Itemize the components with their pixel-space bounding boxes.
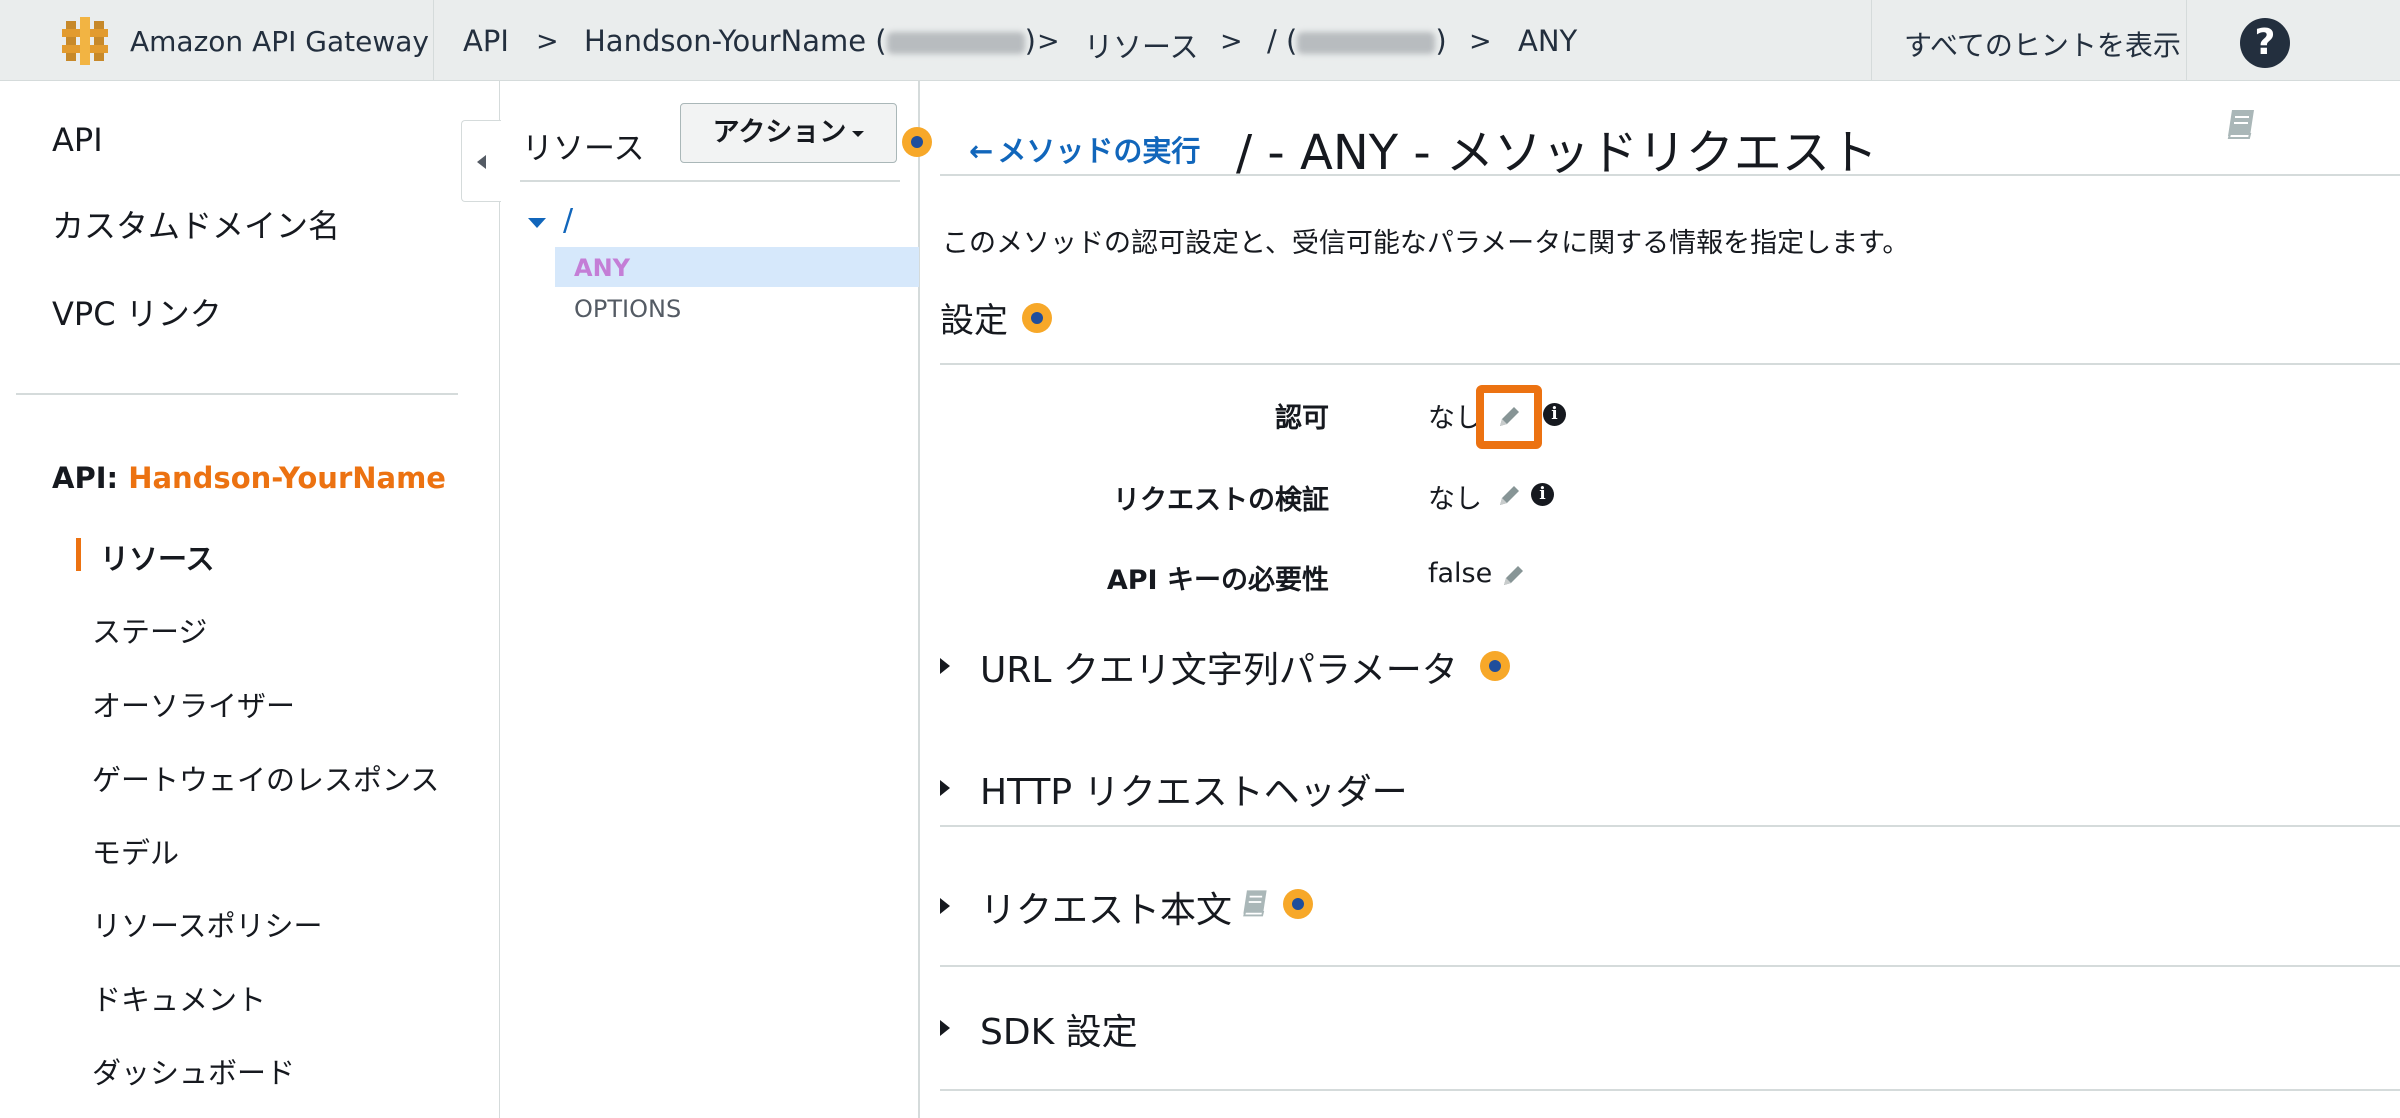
api-heading-name[interactable]: Handson-YourName xyxy=(128,461,446,495)
field-row-authorization: 認可 xyxy=(1120,396,1329,434)
nav-item-resources[interactable]: リソース xyxy=(100,536,215,578)
breadcrumb-close-paren: ) xyxy=(1435,24,1447,58)
nav-item-gateway-responses[interactable]: ゲートウェイのレスポンス xyxy=(92,757,439,799)
nav-item-documentation[interactable]: ドキュメント xyxy=(92,977,266,1019)
actions-dropdown-button[interactable]: アクション xyxy=(680,103,897,163)
method-any[interactable]: ANY xyxy=(574,254,630,282)
active-indicator xyxy=(76,538,81,571)
section-url-query-params[interactable]: URL クエリ文字列パラメータ xyxy=(940,641,2400,721)
expand-triangle-icon xyxy=(940,658,950,674)
show-all-hints-label: すべてのヒントを表示 xyxy=(1904,29,2181,62)
section-title: URL クエリ文字列パラメータ xyxy=(980,650,1458,691)
breadcrumb-api-name[interactable]: Handson-YourName () xyxy=(584,24,1036,58)
breadcrumb-resource-root-label: / ( xyxy=(1267,24,1298,58)
pencil-icon[interactable] xyxy=(1496,404,1522,430)
redacted-id xyxy=(886,32,1025,54)
breadcrumb-separator: > xyxy=(1220,26,1243,57)
api-key-required-label: API キーの必要性 xyxy=(1106,565,1329,596)
divider xyxy=(940,965,2400,967)
app-name: Amazon API Gateway xyxy=(130,25,429,58)
resources-title: リソース xyxy=(522,131,645,167)
section-request-body[interactable]: リクエスト本文 xyxy=(940,881,2400,967)
expand-triangle-icon xyxy=(940,1020,950,1036)
breadcrumb: API > Handson-YourName () > リソース > / () … xyxy=(434,0,1874,81)
breadcrumb-resources[interactable]: リソース xyxy=(1084,24,1199,66)
api-gateway-logo-icon xyxy=(62,17,108,65)
request-validator-value: なし xyxy=(1428,484,1482,515)
nav-item-vpc-link[interactable]: VPC リンク xyxy=(52,289,222,335)
left-navigation: API カスタムドメイン名 VPC リンク API: Handson-YourN… xyxy=(0,81,500,1118)
section-title: リクエスト本文 xyxy=(980,890,1233,931)
collapse-arrow-icon xyxy=(477,155,486,169)
settings-heading: 設定 xyxy=(940,301,1008,341)
back-link-label: メソッドの実行 xyxy=(997,134,1201,168)
redacted-id xyxy=(1297,32,1436,54)
nav-item-custom-domain[interactable]: カスタムドメイン名 xyxy=(52,201,340,247)
show-all-hints-button[interactable]: すべてのヒントを表示 xyxy=(1871,0,2187,81)
brand-home-link[interactable]: Amazon API Gateway xyxy=(0,0,434,81)
nav-item-stages[interactable]: ステージ xyxy=(92,609,207,651)
breadcrumb-close-paren: ) xyxy=(1024,24,1036,58)
nav-item-dashboard[interactable]: ダッシュボード xyxy=(92,1050,295,1092)
hint-icon[interactable] xyxy=(1022,303,1052,333)
request-validator-label: リクエストの検証 xyxy=(1113,485,1329,516)
back-to-method-execution-link[interactable]: ← メソッドの実行 xyxy=(969,128,1200,170)
top-navigation-bar: Amazon API Gateway API > Handson-YourNam… xyxy=(0,0,2400,81)
section-title: HTTP リクエストヘッダー xyxy=(980,772,1408,813)
breadcrumb-separator: > xyxy=(1469,26,1492,57)
breadcrumb-separator: > xyxy=(536,26,559,57)
breadcrumb-separator: > xyxy=(1037,26,1060,57)
help-icon[interactable]: ? xyxy=(2240,18,2290,68)
breadcrumb-method[interactable]: ANY xyxy=(1518,24,1577,58)
nav-item-models[interactable]: モデル xyxy=(92,830,179,872)
actions-label: アクション xyxy=(712,117,847,148)
breadcrumb-api-name-label: Handson-YourName ( xyxy=(584,24,887,58)
nav-divider xyxy=(16,393,458,395)
info-icon[interactable]: i xyxy=(1543,403,1566,426)
api-key-required-value: false xyxy=(1428,558,1493,589)
hint-icon[interactable] xyxy=(1480,651,1510,681)
divider xyxy=(940,363,2400,365)
page-title: / - ANY - メソッドリクエスト xyxy=(1236,125,1878,181)
nav-item-authorizers[interactable]: オーソライザー xyxy=(92,683,295,725)
field-row-request-validator: リクエストの検証 xyxy=(1113,478,1329,516)
arrow-left-icon: ← xyxy=(969,134,994,168)
divider xyxy=(940,825,2400,827)
pencil-icon[interactable] xyxy=(1500,563,1526,589)
breadcrumb-api[interactable]: API xyxy=(463,24,509,58)
info-icon[interactable]: i xyxy=(1531,483,1554,506)
divider xyxy=(940,174,2400,176)
documentation-book-icon[interactable] xyxy=(1238,885,1272,919)
method-options[interactable]: OPTIONS xyxy=(574,295,681,323)
expand-triangle-icon xyxy=(940,898,950,914)
authorization-label: 認可 xyxy=(1275,403,1329,434)
documentation-book-icon[interactable] xyxy=(2222,104,2260,142)
pencil-icon[interactable] xyxy=(1496,483,1522,509)
field-row-api-key-required: API キーの必要性 xyxy=(1107,558,1329,596)
resources-panel: リソース アクション / ANY OPTIONS xyxy=(500,81,932,1118)
caret-down-icon xyxy=(852,130,865,137)
section-http-headers[interactable]: HTTP リクエストヘッダー xyxy=(940,763,2400,843)
authorization-value: なし xyxy=(1428,403,1482,434)
breadcrumb-resource-root[interactable]: / () xyxy=(1267,24,1447,58)
page-description: このメソッドの認可設定と、受信可能なパラメータに関する情報を指定します。 xyxy=(942,228,1910,259)
divider xyxy=(520,180,900,182)
nav-item-resource-policy[interactable]: リソースポリシー xyxy=(92,903,323,945)
nav-item-api[interactable]: API xyxy=(52,121,103,159)
collapse-nav-button[interactable] xyxy=(461,120,501,202)
section-sdk-settings[interactable]: SDK 設定 xyxy=(940,1003,2400,1091)
hint-icon[interactable] xyxy=(1283,889,1313,919)
divider xyxy=(940,1089,2400,1091)
api-heading-prefix: API: xyxy=(52,461,129,495)
section-title: SDK 設定 xyxy=(980,1012,1138,1053)
resource-root[interactable]: / xyxy=(563,203,573,238)
api-heading: API: Handson-YourName xyxy=(52,461,446,495)
expand-triangle-icon xyxy=(940,780,950,796)
tree-expand-icon[interactable] xyxy=(528,218,546,228)
method-request-panel: ← メソッドの実行 / - ANY - メソッドリクエスト このメソッドの認可設定… xyxy=(920,81,2400,1118)
